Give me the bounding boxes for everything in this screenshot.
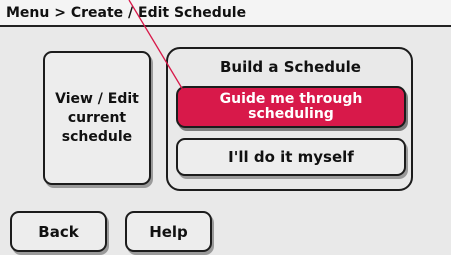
guide-me-through-scheduling-button[interactable]: Guide me through scheduling xyxy=(176,86,406,128)
guide-label-line2: scheduling xyxy=(248,106,334,122)
view-edit-current-schedule-button[interactable]: View / Edit current schedule xyxy=(43,51,151,185)
view-edit-label-line3: schedule xyxy=(61,128,133,145)
help-button[interactable]: Help xyxy=(125,211,212,252)
back-button[interactable]: Back xyxy=(10,211,107,252)
guide-label-line1: Guide me through xyxy=(219,91,363,107)
view-edit-label-line1: View / Edit xyxy=(55,90,139,107)
breadcrumb: Menu > Create / Edit Schedule xyxy=(0,0,451,27)
build-schedule-title: Build a Schedule xyxy=(220,58,361,76)
do-it-myself-button[interactable]: I'll do it myself xyxy=(176,138,406,176)
view-edit-label-line2: current xyxy=(67,109,127,126)
